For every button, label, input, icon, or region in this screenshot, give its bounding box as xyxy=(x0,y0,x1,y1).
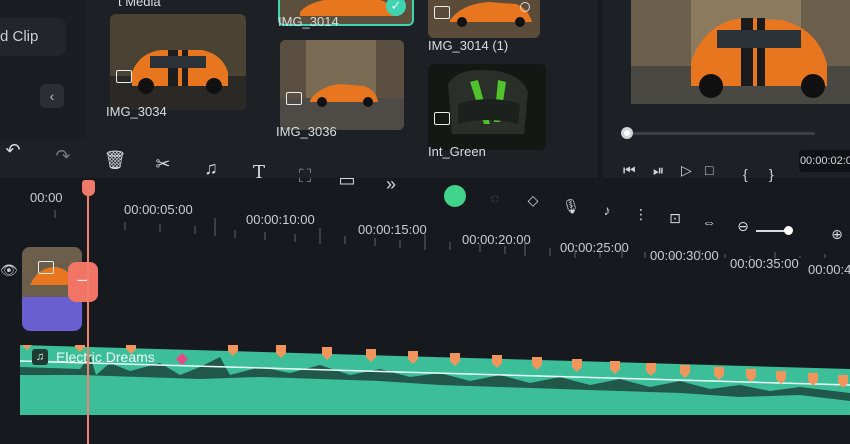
music-note-icon: ♫ xyxy=(32,349,48,365)
clip-trim-handle[interactable]: ⊣ xyxy=(68,262,98,302)
media-thumbnail[interactable] xyxy=(428,0,540,38)
ruler-timecode: 00:00:40 xyxy=(808,262,850,277)
media-sidebar: d Clip ‹ xyxy=(0,0,86,140)
thumbnail-label: IMG_3036 xyxy=(276,124,337,139)
eye-icon[interactable]: 👁 xyxy=(0,262,18,279)
seat-image xyxy=(428,64,546,150)
playback-progress-track[interactable] xyxy=(625,132,815,135)
collapse-sidebar-button[interactable]: ‹ xyxy=(40,84,64,108)
media-thumbnail[interactable] xyxy=(280,40,404,130)
sidebar-item-label: d Clip xyxy=(0,28,39,45)
image-type-icon xyxy=(116,70,132,83)
chevron-left-icon: ‹ xyxy=(49,88,55,104)
thumbnail-label: IMG_3014 (1) xyxy=(428,38,509,53)
playback-progress-knob[interactable] xyxy=(621,127,633,139)
image-type-icon xyxy=(434,6,450,19)
status-circle-icon xyxy=(520,2,530,12)
preview-viewer[interactable] xyxy=(631,0,850,104)
car-image xyxy=(110,14,246,110)
audio-edit-icon[interactable]: ♫ xyxy=(198,158,224,179)
delete-icon[interactable]: 🗑 xyxy=(102,150,128,171)
car-preview-image xyxy=(631,0,850,104)
thumbnail-label: IMG_3014 xyxy=(278,14,339,29)
sidebar-item-clip[interactable]: d Clip xyxy=(0,18,66,56)
ruler-timecode: 00:00:35:00 xyxy=(730,256,799,271)
image-type-icon xyxy=(434,112,450,125)
audio-clip[interactable]: ♫ Electric Dreams xyxy=(19,337,850,417)
media-thumbnail[interactable] xyxy=(428,64,546,150)
timeline-ruler[interactable]: 00:00 00:00:05:00 00:00:10:00 00:00:15:0… xyxy=(0,178,850,277)
car-image xyxy=(280,40,404,130)
audio-clip-name: Electric Dreams xyxy=(56,349,155,365)
undo-icon[interactable]: ↶ xyxy=(0,140,26,161)
media-category-label: t Media xyxy=(118,0,161,9)
scissors-icon[interactable]: ✂ xyxy=(150,154,176,175)
media-thumbnail[interactable] xyxy=(110,14,246,110)
playhead[interactable] xyxy=(87,182,89,444)
redo-icon[interactable]: ↷ xyxy=(50,146,76,167)
playhead-handle[interactable] xyxy=(82,180,95,196)
image-type-icon xyxy=(38,261,54,274)
thumbnail-label: IMG_3034 xyxy=(106,104,167,119)
ruler-ticks xyxy=(54,210,826,258)
image-type-icon xyxy=(286,92,302,105)
